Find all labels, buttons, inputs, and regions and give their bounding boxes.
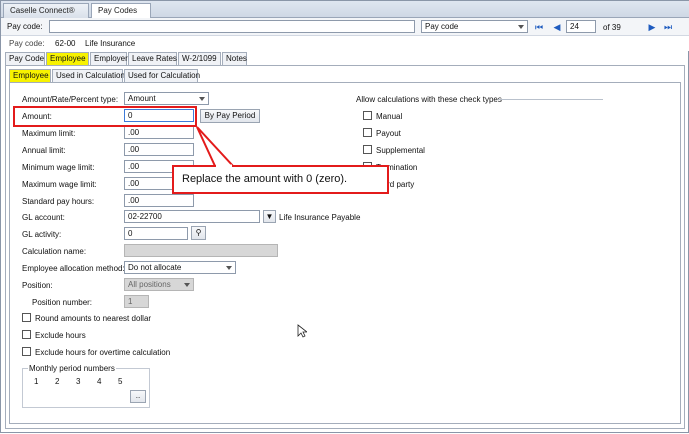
application-window: Caselle Connect® Pay Codes✕ Pay code: Pa… (0, 0, 689, 433)
mouse-cursor-icon (297, 324, 307, 338)
callout-pointer-joint (216, 164, 232, 168)
